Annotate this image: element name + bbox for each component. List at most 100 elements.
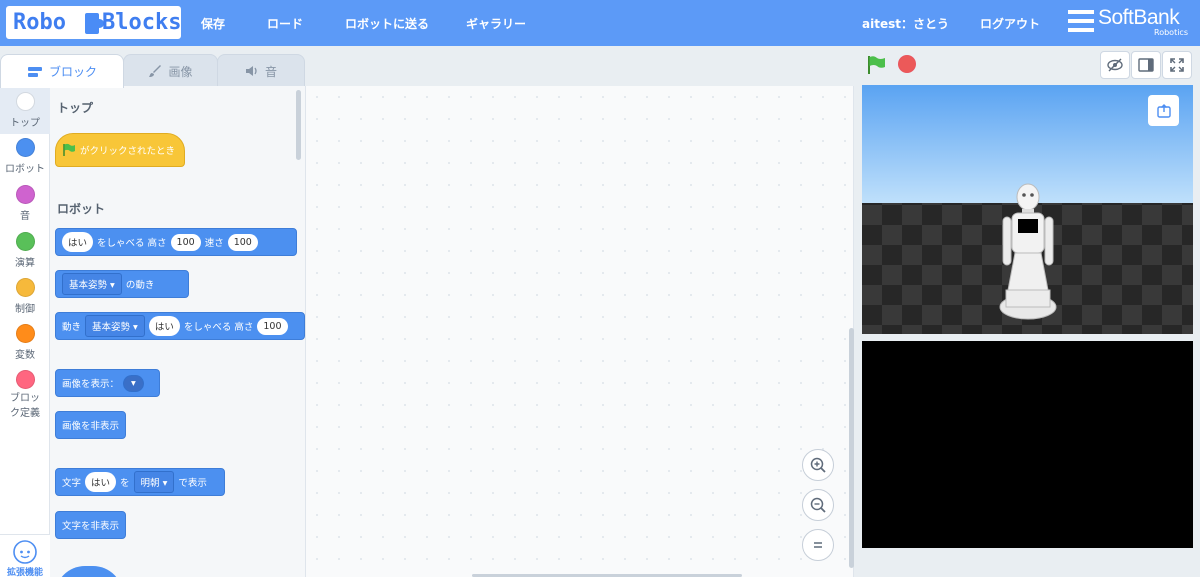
- when-flag-clicked-block[interactable]: がクリックされたとき: [55, 133, 185, 167]
- category-operators[interactable]: 演算: [0, 230, 50, 276]
- block-text: 文字: [62, 478, 82, 489]
- category-top-dot: [15, 92, 35, 111]
- speaker-icon: [245, 66, 257, 76]
- user-name: aitest：さとう: [862, 17, 949, 31]
- softbank-logo: SoftBank Robotics: [1068, 6, 1192, 40]
- category-sound-dot: [15, 185, 35, 204]
- category-top[interactable]: トップ: [0, 88, 50, 134]
- palette-scrollbar[interactable]: [296, 90, 301, 160]
- tab-blocks[interactable]: ブロック: [0, 54, 124, 88]
- tab-blocks-label: ブロック: [48, 65, 97, 79]
- pitch-input[interactable]: 100: [257, 317, 288, 335]
- robot-3d-view[interactable]: [862, 85, 1193, 334]
- block-text: をしゃべる 高さ: [183, 322, 254, 333]
- motion-speak-block[interactable]: 動き 基本姿勢 ▾ はい をしゃべる 高さ 100: [55, 312, 305, 340]
- block-text: 文字を非表示: [62, 521, 120, 532]
- category-robot[interactable]: ロボット: [0, 136, 50, 182]
- hide-stage-button[interactable]: [1100, 51, 1130, 79]
- category-label: 変数: [15, 350, 35, 361]
- tab-costumes-label: 画像: [168, 64, 193, 79]
- font-dropdown[interactable]: 明朝 ▾: [133, 471, 175, 493]
- blocks-icon: [27, 66, 42, 77]
- tablet-display: [862, 341, 1193, 548]
- block-palette: トップ がクリックされたとき ロボット はい をしゃべる 高さ 100 速さ 1…: [50, 86, 306, 577]
- speak-text-input[interactable]: はい: [148, 316, 180, 336]
- fullscreen-icon: [1170, 58, 1184, 72]
- stop-icon: [899, 56, 915, 72]
- zoom-out-button[interactable]: [802, 489, 834, 521]
- motion-block[interactable]: 基本姿勢 ▾ の動き: [55, 270, 189, 298]
- hide-text-block[interactable]: 文字を非表示: [55, 511, 126, 539]
- menu-send-to-robot[interactable]: ロボットに送る: [345, 15, 429, 32]
- category-label: トップ: [10, 118, 40, 129]
- block-text: を: [120, 478, 130, 489]
- script-workspace[interactable]: [306, 86, 854, 577]
- softbank-wordmark: SoftBank: [1098, 6, 1180, 29]
- block-text: がクリックされたとき: [80, 146, 176, 157]
- small-stage-button[interactable]: [1131, 51, 1161, 79]
- category-menu: トップ ロボット 音 演算 制御 変数 ブロック定義 拡張機能: [0, 86, 50, 577]
- speed-input[interactable]: 100: [227, 233, 258, 251]
- robot-scene: [862, 85, 1193, 334]
- block-text: の動き: [125, 280, 155, 291]
- category-control-dot: [15, 278, 35, 297]
- app-root: Robo Blocks 保存 ロード ロボットに送る ギャラリー aitest：…: [0, 0, 1200, 577]
- extension-label: 拡張機能: [6, 568, 43, 577]
- green-flag-button[interactable]: [866, 55, 888, 79]
- zoom-in-icon: [810, 457, 826, 473]
- tab-costumes[interactable]: 画像: [123, 54, 218, 87]
- menu-gallery[interactable]: ギャラリー: [466, 15, 526, 32]
- speak-block[interactable]: はい をしゃべる 高さ 100 速さ 100: [55, 228, 297, 256]
- pose-dropdown[interactable]: 基本姿勢 ▾: [85, 315, 145, 337]
- equals-icon: [814, 542, 822, 548]
- block-text: をしゃべる 高さ: [97, 238, 167, 249]
- pose-dropdown[interactable]: 基本姿勢 ▾: [62, 273, 122, 295]
- speak-text-input[interactable]: はい: [62, 232, 94, 252]
- partial-block[interactable]: [55, 566, 123, 577]
- zoom-out-icon: [810, 497, 826, 513]
- green-flag-icon: [868, 56, 885, 74]
- font-value: 明朝: [140, 478, 160, 489]
- category-label: 演算: [15, 258, 35, 269]
- robo-blocks-logo[interactable]: Robo Blocks: [6, 6, 181, 39]
- logout-link[interactable]: ログアウト: [980, 15, 1040, 32]
- block-text: 画像を表示：: [62, 379, 120, 390]
- show-image-block[interactable]: 画像を表示： ▾: [55, 369, 160, 397]
- zoom-in-button[interactable]: [802, 449, 834, 481]
- softbank-subtitle: Robotics: [1154, 28, 1188, 37]
- menu-save[interactable]: 保存: [201, 15, 225, 32]
- category-control[interactable]: 制御: [0, 276, 50, 322]
- block-text: で表示: [178, 478, 207, 489]
- tab-sounds-label: 音: [264, 64, 277, 79]
- section-top-title: トップ: [57, 101, 94, 115]
- category-sound[interactable]: 音: [0, 183, 50, 229]
- logo-text-left: Robo: [13, 10, 66, 35]
- category-label: ロボット: [5, 164, 45, 175]
- category-operators-dot: [15, 232, 35, 251]
- fullscreen-button[interactable]: [1162, 51, 1192, 79]
- pitch-input[interactable]: 100: [170, 233, 201, 251]
- extension-button[interactable]: 拡張機能: [0, 534, 50, 577]
- layout-icon: [1138, 58, 1154, 72]
- block-text: 動き: [62, 322, 82, 333]
- eye-slash-icon: [1107, 58, 1123, 72]
- logo-text-right: Blocks: [102, 10, 182, 35]
- green-flag-icon: [63, 143, 75, 156]
- camera-icon: [1156, 103, 1171, 118]
- logo-puzzle-icon: [85, 13, 104, 34]
- category-label: ブロック定義: [10, 393, 40, 419]
- hide-image-block[interactable]: 画像を非表示: [55, 411, 126, 439]
- stop-button[interactable]: [898, 55, 916, 73]
- snapshot-button[interactable]: [1148, 95, 1179, 126]
- menu-load[interactable]: ロード: [267, 15, 303, 32]
- display-text-input[interactable]: はい: [85, 472, 117, 492]
- image-dropdown[interactable]: ▾: [123, 374, 144, 392]
- category-variables[interactable]: 変数: [0, 322, 50, 368]
- category-my-blocks[interactable]: ブロック定義: [0, 368, 50, 424]
- workspace-vertical-scrollbar[interactable]: [849, 328, 854, 568]
- tab-sounds[interactable]: 音: [217, 54, 305, 87]
- zoom-reset-button[interactable]: [802, 529, 834, 561]
- block-text: 速さ: [204, 238, 224, 249]
- show-text-block[interactable]: 文字 はい を 明朝 ▾ で表示: [55, 468, 225, 496]
- pose-value: 基本姿勢: [92, 322, 131, 333]
